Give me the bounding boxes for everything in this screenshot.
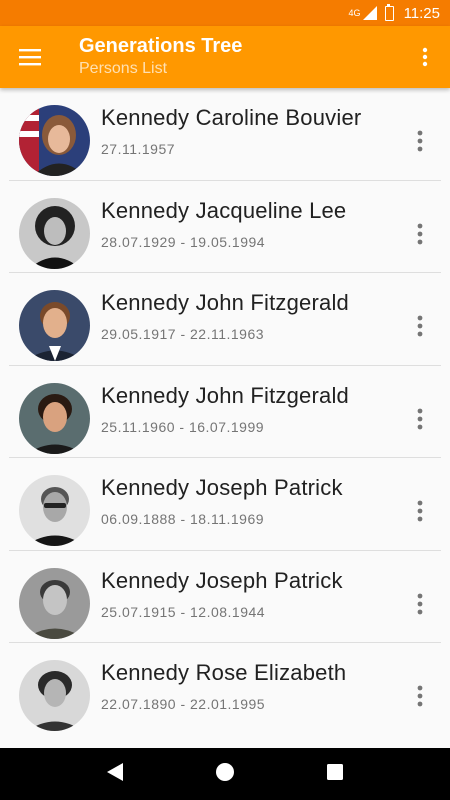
person-avatar (19, 105, 90, 176)
person-row[interactable]: Kennedy Rose Elizabeth 22.07.1890 - 22.0… (0, 643, 450, 736)
person-name: Kennedy John Fitzgerald (101, 290, 349, 315)
person-avatar (19, 567, 90, 639)
menu-button[interactable] (0, 26, 60, 88)
more-vert-icon (417, 593, 423, 614)
persons-list: Kennedy Caroline Bouvier 27.11.1957 Kenn… (0, 88, 450, 748)
person-dates: 22.07.1890 - 22.01.1995 (101, 696, 266, 712)
row-more-button[interactable] (410, 219, 430, 249)
menu-icon (19, 49, 41, 66)
person-row[interactable]: Kennedy Caroline Bouvier 27.11.1957 (0, 88, 450, 181)
status-bar: 4G 11:25 (0, 0, 450, 26)
row-more-button[interactable] (410, 496, 430, 526)
back-button[interactable] (106, 762, 124, 787)
recents-icon (327, 763, 344, 780)
person-row[interactable]: Kennedy John Fitzgerald 25.11.1960 - 16.… (0, 366, 450, 458)
row-more-button[interactable] (410, 126, 430, 156)
person-dates: 27.11.1957 (101, 141, 176, 157)
person-avatar (19, 382, 90, 454)
person-dates: 25.11.1960 - 16.07.1999 (101, 418, 265, 435)
person-row[interactable]: Kennedy Joseph Patrick 06.09.1888 - 18.1… (0, 458, 450, 551)
more-vert-icon (417, 685, 423, 707)
person-name: Kennedy Caroline Bouvier (101, 105, 362, 130)
more-vert-icon (417, 500, 423, 522)
person-name: Kennedy Joseph Patrick (101, 475, 343, 500)
row-more-button[interactable] (410, 589, 430, 619)
system-nav-bar (0, 748, 450, 800)
row-more-button[interactable] (410, 404, 430, 434)
person-avatar (19, 290, 90, 361)
more-vert-icon (417, 130, 423, 152)
more-vert-icon (417, 315, 423, 337)
app-title: Generations Tree (79, 35, 243, 57)
person-name: Kennedy John Fitzgerald (101, 382, 349, 408)
more-vert-icon (422, 47, 428, 67)
person-dates: 06.09.1888 - 18.11.1969 (101, 511, 265, 527)
app-bar: Generations Tree Persons List (0, 26, 450, 88)
person-dates: 25.07.1915 - 12.08.1944 (101, 603, 266, 620)
person-avatar (19, 197, 90, 269)
person-row[interactable]: Kennedy Jacqueline Lee 28.07.1929 - 19.0… (0, 181, 450, 273)
person-avatar (19, 660, 90, 731)
app-subtitle: Persons List (79, 60, 168, 77)
signal-icon (362, 6, 377, 20)
recents-button[interactable] (326, 763, 344, 786)
row-more-button[interactable] (410, 311, 430, 341)
person-name: Kennedy Joseph Patrick (101, 567, 343, 593)
person-name: Kennedy Jacqueline Lee (101, 197, 347, 223)
person-avatar (19, 475, 90, 546)
more-vert-icon (417, 408, 423, 429)
back-icon (106, 762, 123, 781)
clock: 11:25 (403, 4, 440, 22)
network-type: 4G (348, 8, 361, 18)
person-row[interactable]: Kennedy Joseph Patrick 25.07.1915 - 12.0… (0, 551, 450, 643)
home-button[interactable] (215, 762, 235, 787)
person-name: Kennedy Rose Elizabeth (101, 660, 347, 685)
person-dates: 28.07.1929 - 19.05.1994 (101, 233, 266, 250)
home-icon (215, 762, 234, 781)
person-dates: 29.05.1917 - 22.11.1963 (101, 326, 265, 342)
row-more-button[interactable] (410, 681, 430, 711)
overflow-menu-button[interactable] (400, 26, 450, 88)
battery-icon (384, 3, 394, 21)
person-row[interactable]: Kennedy John Fitzgerald 29.05.1917 - 22.… (0, 273, 450, 366)
more-vert-icon (417, 223, 423, 244)
